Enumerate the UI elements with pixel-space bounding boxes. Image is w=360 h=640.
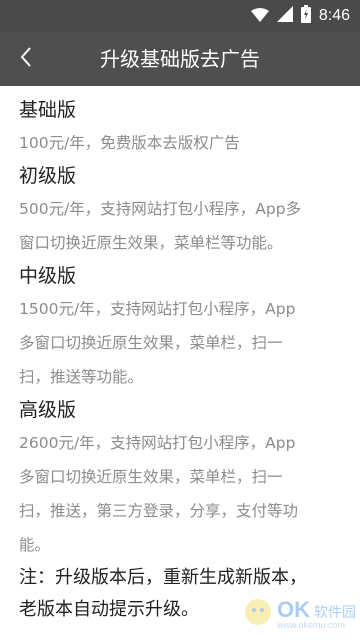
status-icons: 8:46 [250,5,350,27]
tier-desc-line: 扫，推送，第三方登录，分享，支付等功 [19,502,299,520]
tier-desc-line: 多窗口切换近原生效果，菜单栏，扫一 [19,334,283,352]
note-line: 注：升级版本后，重新生成新版本， [19,567,307,588]
app-bar: 升级基础版去广告 [0,32,360,86]
tier-desc-line: 能。 [19,536,51,554]
tier-basic: 基础版 100元/年，免费版本去版权广告 [19,94,348,160]
tier-list: 基础版 100元/年，免费版本去版权广告 初级版 500元/年，支持网站打包小程… [19,94,348,626]
tier-desc-line: 扫，推送等功能。 [19,368,144,386]
watermark-url: www.okemu.com [277,619,346,630]
tier-desc-line: 500元/年，支持网站打包小程序，App多 [19,200,302,218]
battery-icon [300,5,311,27]
tier-name: 高级版 [19,399,77,421]
tier-advanced: 高级版 2600元/年，支持网站打包小程序，App 多窗口切换近原生效果，菜单栏… [19,394,348,562]
status-bar: 8:46 [0,0,360,32]
tier-junior: 初级版 500元/年，支持网站打包小程序，App多 窗口切换近原生效果，菜单栏等… [19,160,348,260]
status-time: 8:46 [318,7,350,24]
tier-name: 中级版 [19,265,77,287]
tier-desc-line: 多窗口切换近原生效果，菜单栏，扫一 [19,468,283,486]
watermark-sub: 软件园 [314,604,356,621]
tier-desc-line: 2600元/年，支持网站打包小程序，App [19,434,296,452]
tier-desc-line: 100元/年，免费版本去版权广告 [19,134,240,152]
tier-name: 基础版 [19,99,77,121]
wifi-icon [250,7,269,26]
watermark-logo-icon [243,597,273,631]
tier-desc-line: 1500元/年，支持网站打包小程序，App [19,300,296,318]
page-title: 升级基础版去广告 [100,47,260,71]
signal-icon [276,6,293,26]
tier-desc-line: 窗口切换近原生效果，菜单栏等功能。 [19,234,283,252]
watermark: OK 软件园 www.okemu.com [243,594,356,634]
tier-middle: 中级版 1500元/年，支持网站打包小程序，App 多窗口切换近原生效果，菜单栏… [19,260,348,394]
tier-name: 初级版 [19,165,77,187]
watermark-main: OK [277,596,310,622]
